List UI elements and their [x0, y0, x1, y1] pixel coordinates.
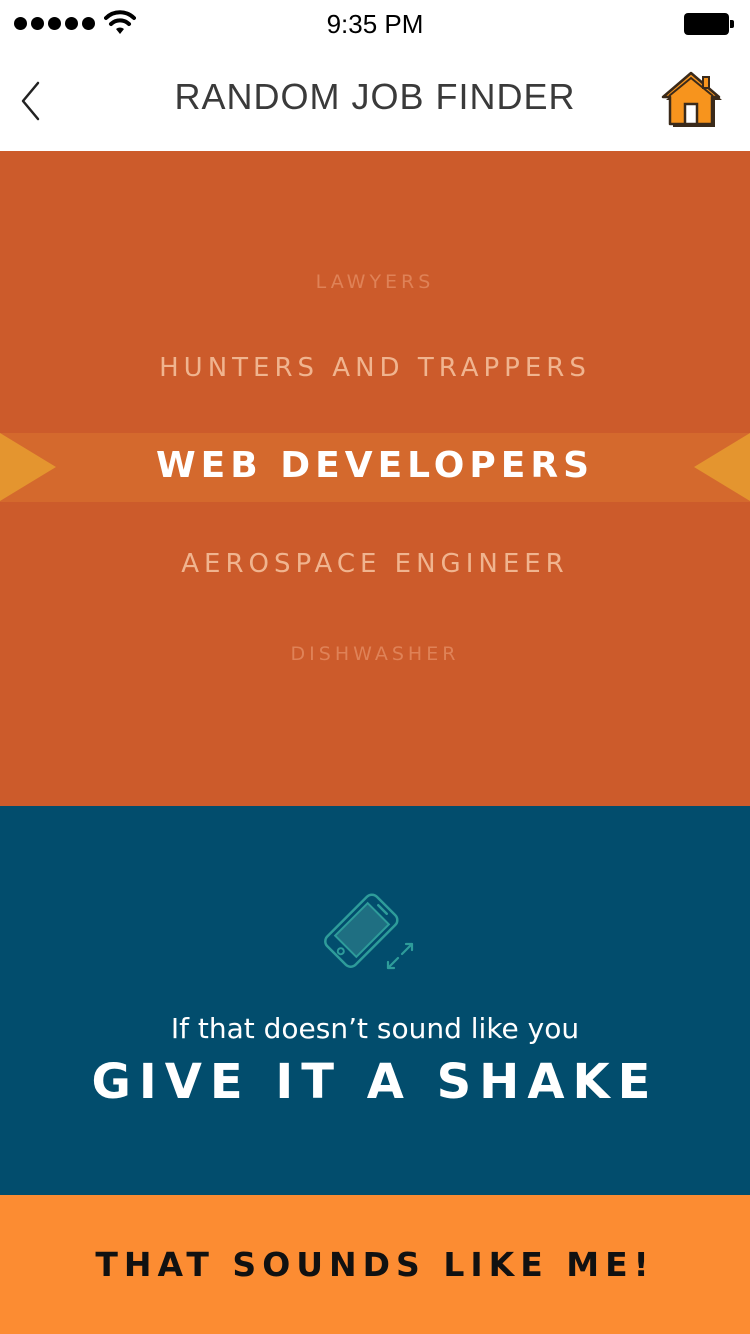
shake-phone-icon [324, 893, 414, 970]
back-button[interactable] [10, 78, 50, 124]
status-bar: 9:35 PM [0, 0, 750, 48]
confirm-button-label: THAT SOUNDS LIKE ME! [95, 1245, 655, 1284]
shake-cta-text: GIVE IT A SHAKE [91, 1054, 659, 1110]
picker-option[interactable]: AEROSPACE ENGINEER [0, 549, 750, 579]
job-picker[interactable]: LAWYERS HUNTERS AND TRAPPERS WEB DEVELOP… [0, 151, 750, 806]
picker-option-selected[interactable]: WEB DEVELOPERS [0, 445, 750, 486]
home-icon[interactable] [660, 70, 724, 130]
nav-bar: RANDOM JOB FINDER [0, 48, 750, 151]
page-title: RANDOM JOB FINDER [174, 76, 576, 117]
picker-option[interactable]: DISHWASHER [0, 643, 750, 665]
status-time: 9:35 PM [326, 9, 424, 39]
shake-panel: If that doesn’t sound like you GIVE IT A… [0, 806, 750, 1195]
chevron-left-icon [21, 81, 40, 121]
confirm-button[interactable]: THAT SOUNDS LIKE ME! [0, 1195, 750, 1334]
battery-icon [684, 13, 734, 35]
shake-hint-text: If that doesn’t sound like you [170, 1012, 580, 1045]
picker-option[interactable]: LAWYERS [0, 271, 750, 293]
picker-option[interactable]: HUNTERS AND TRAPPERS [0, 353, 750, 383]
